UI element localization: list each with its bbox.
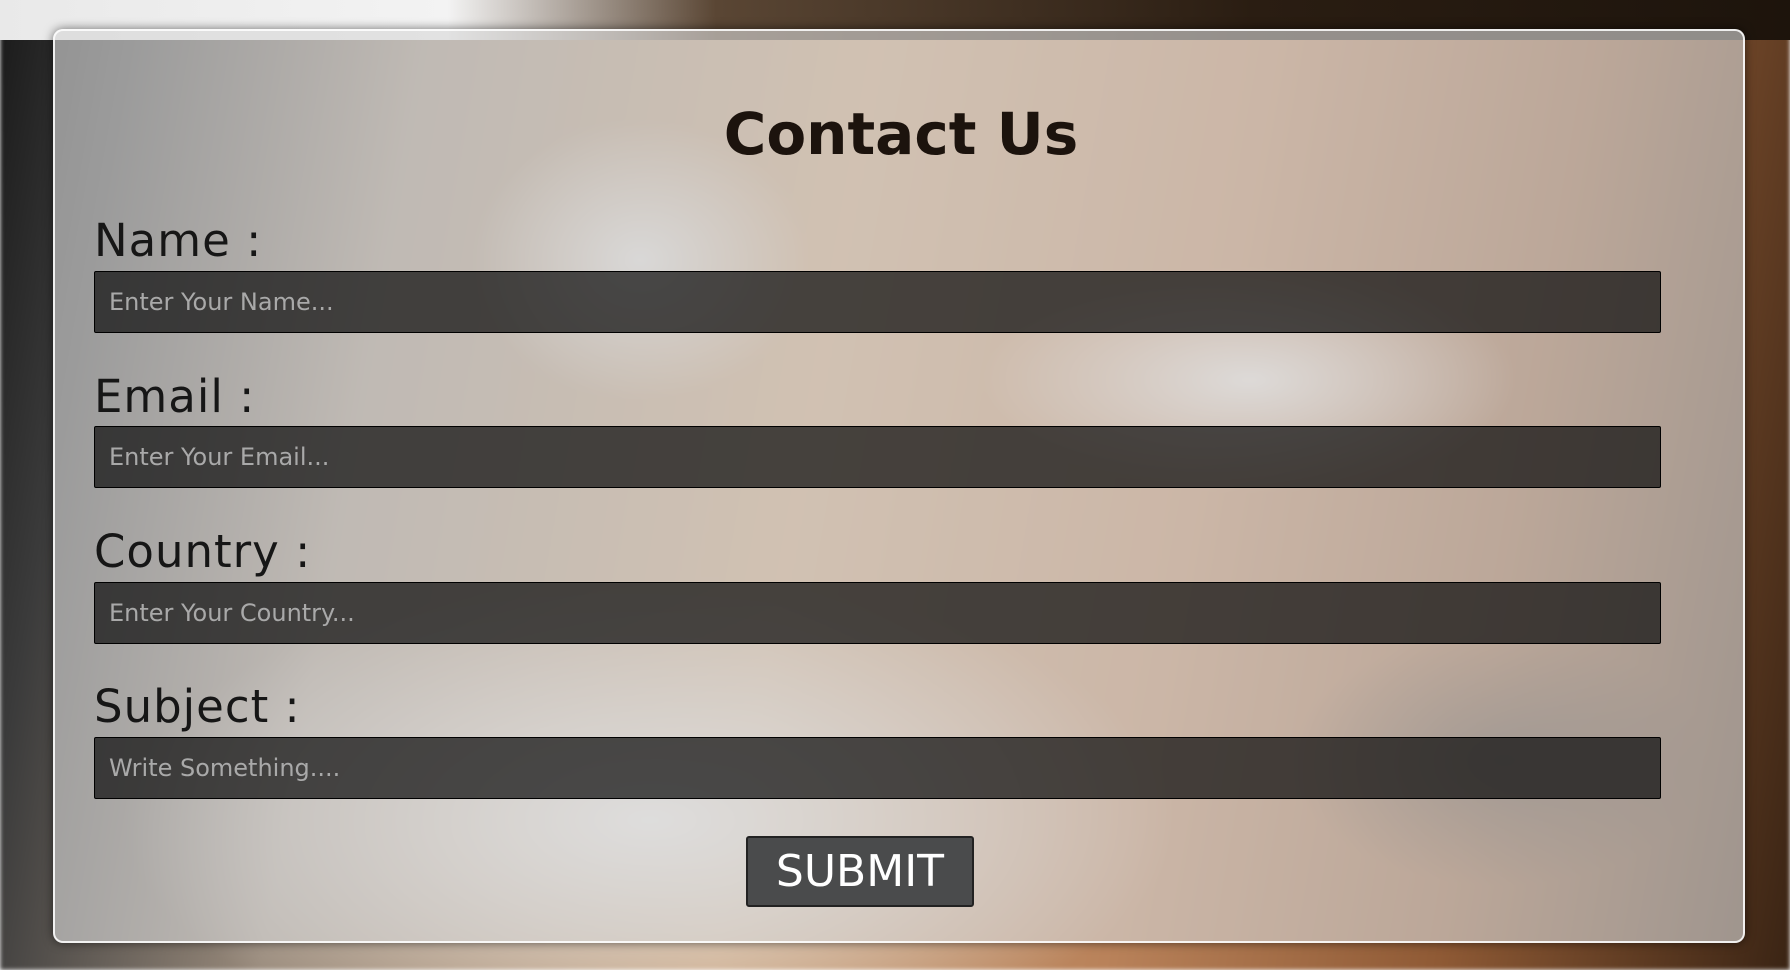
name-label: Name : xyxy=(94,214,263,267)
email-label: Email : xyxy=(94,370,256,423)
subject-input[interactable] xyxy=(94,737,1661,799)
country-input[interactable] xyxy=(94,582,1661,644)
country-label: Country : xyxy=(94,525,312,578)
email-input[interactable] xyxy=(94,426,1661,488)
submit-button[interactable]: SUBMIT xyxy=(746,836,974,907)
name-input[interactable] xyxy=(94,271,1661,333)
form-title: Contact Us xyxy=(723,100,1079,168)
subject-label: Subject : xyxy=(94,680,301,733)
page: Contact Us Name : Email : Country : Subj… xyxy=(0,0,1790,972)
contact-form: Contact Us Name : Email : Country : Subj… xyxy=(53,29,1745,943)
